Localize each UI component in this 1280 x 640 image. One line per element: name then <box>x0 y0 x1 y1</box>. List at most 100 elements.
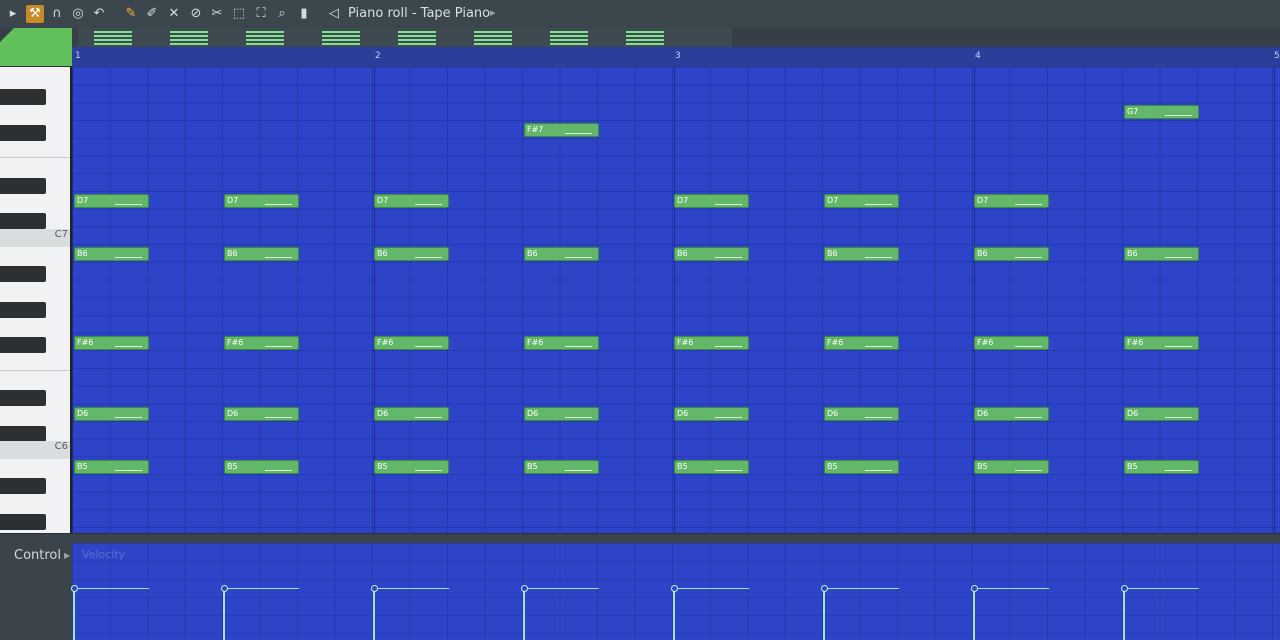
note-b5[interactable]: B5 <box>974 460 1049 474</box>
velocity-label: Velocity <box>82 548 126 561</box>
key-divider <box>0 370 70 371</box>
note-d6[interactable]: D6 <box>524 407 599 421</box>
note-d6[interactable]: D6 <box>1124 407 1199 421</box>
black-key[interactable] <box>0 89 46 105</box>
paint-brush-icon[interactable]: ✐ <box>143 5 161 23</box>
pencil-icon[interactable]: ✎ <box>122 5 140 23</box>
velocity-stem[interactable] <box>823 589 825 640</box>
control-arrow-icon[interactable]: ▶ <box>64 551 70 560</box>
undo-icon[interactable]: ↶ <box>90 5 108 23</box>
note-d6[interactable]: D6 <box>824 407 899 421</box>
note-b5[interactable]: B5 <box>74 460 149 474</box>
velocity-handle[interactable] <box>71 585 78 592</box>
overview-strip[interactable] <box>78 28 732 47</box>
note-b6[interactable]: B6 <box>524 247 599 261</box>
velocity-area[interactable]: Velocity <box>71 543 1280 640</box>
note-d7[interactable]: D7 <box>74 194 149 208</box>
black-key[interactable] <box>0 426 46 442</box>
magnet-icon[interactable]: ∩ <box>48 5 66 23</box>
black-key[interactable] <box>0 337 46 353</box>
note-b6[interactable]: B6 <box>824 247 899 261</box>
black-key[interactable] <box>0 302 46 318</box>
slice-icon[interactable]: ✂ <box>208 5 226 23</box>
note-d6[interactable]: D6 <box>974 407 1049 421</box>
note-d7[interactable]: D7 <box>674 194 749 208</box>
stamp-icon[interactable]: ◎ <box>69 5 87 23</box>
note-b5[interactable]: B5 <box>374 460 449 474</box>
note-d7[interactable]: D7 <box>974 194 1049 208</box>
note-d6[interactable]: D6 <box>674 407 749 421</box>
note-b6[interactable]: B6 <box>74 247 149 261</box>
note-d7[interactable]: D7 <box>224 194 299 208</box>
pattern-overview[interactable] <box>0 28 1280 47</box>
velocity-stem[interactable] <box>73 589 75 640</box>
overview-block <box>398 31 436 45</box>
note-b5[interactable]: B5 <box>224 460 299 474</box>
title-menu-arrow-icon[interactable]: ▸ <box>490 6 496 19</box>
note-b6[interactable]: B6 <box>674 247 749 261</box>
note-d6[interactable]: D6 <box>74 407 149 421</box>
piano-keyboard[interactable]: C7 C6 <box>0 67 72 533</box>
bar-number: 5 <box>1274 51 1280 61</box>
note-fsharp6[interactable]: F#6 <box>524 336 599 350</box>
note-grid[interactable]: D7 D7 D7 D7 D7 D7 F#7 G7 B6 B6 B6 B6 B6 B6 B6 B6 F#6 F#6 F… <box>72 67 1280 533</box>
note-fsharp6[interactable]: F#6 <box>974 336 1049 350</box>
black-key[interactable] <box>0 390 46 406</box>
zoom-icon[interactable]: ⌕ <box>273 5 291 23</box>
note-b6[interactable]: B6 <box>224 247 299 261</box>
note-b5[interactable]: B5 <box>524 460 599 474</box>
velocity-handle[interactable] <box>1121 585 1128 592</box>
note-d6[interactable]: D6 <box>374 407 449 421</box>
time-ruler[interactable]: 1 2 3 4 5 <box>72 47 1280 68</box>
black-key[interactable] <box>0 178 46 194</box>
title-bar: ▸ ⚒ ∩ ◎ ↶ ✎ ✐ ✕ ⊘ ✂ ⬚ ⛶ ⌕ ▮ ◁ Piano roll… <box>0 0 1280 29</box>
velocity-handle[interactable] <box>671 585 678 592</box>
black-key[interactable] <box>0 266 46 282</box>
note-b6[interactable]: B6 <box>1124 247 1199 261</box>
speaker-icon[interactable]: ◁ <box>325 5 343 23</box>
wrench-icon[interactable]: ⚒ <box>26 5 44 23</box>
note-b6[interactable]: B6 <box>374 247 449 261</box>
velocity-handle[interactable] <box>521 585 528 592</box>
note-fsharp6[interactable]: F#6 <box>224 336 299 350</box>
note-b5[interactable]: B5 <box>824 460 899 474</box>
black-key[interactable] <box>0 478 46 494</box>
note-b6[interactable]: B6 <box>974 247 1049 261</box>
note-d6[interactable]: D6 <box>224 407 299 421</box>
note-b5[interactable]: B5 <box>674 460 749 474</box>
black-key[interactable] <box>0 213 46 229</box>
note-fsharp6[interactable]: F#6 <box>674 336 749 350</box>
delete-icon[interactable]: ✕ <box>165 5 183 23</box>
note-fsharp6[interactable]: F#6 <box>74 336 149 350</box>
velocity-length-line <box>974 588 1049 589</box>
velocity-stem[interactable] <box>523 589 525 640</box>
velocity-handle[interactable] <box>971 585 978 592</box>
velocity-stem[interactable] <box>673 589 675 640</box>
velocity-stem[interactable] <box>1123 589 1125 640</box>
note-g7[interactable]: G7 <box>1124 105 1199 119</box>
note-fsharp7[interactable]: F#7 <box>524 123 599 137</box>
note-fsharp6[interactable]: F#6 <box>1124 336 1199 350</box>
note-b5[interactable]: B5 <box>1124 460 1199 474</box>
note-d7[interactable]: D7 <box>374 194 449 208</box>
note-fsharp6[interactable]: F#6 <box>374 336 449 350</box>
velocity-length-line <box>74 588 149 589</box>
black-key[interactable] <box>0 125 46 141</box>
note-d7[interactable]: D7 <box>824 194 899 208</box>
black-key[interactable] <box>0 514 46 530</box>
control-label[interactable]: Control <box>14 548 61 563</box>
velocity-stem[interactable] <box>973 589 975 640</box>
velocity-stem[interactable] <box>373 589 375 640</box>
velocity-handle[interactable] <box>821 585 828 592</box>
pattern-corner[interactable] <box>0 28 72 66</box>
mute-icon[interactable]: ⊘ <box>187 5 205 23</box>
select-icon[interactable]: ⬚ <box>230 5 248 23</box>
playback-icon[interactable]: ▮ <box>295 5 313 23</box>
velocity-handle[interactable] <box>371 585 378 592</box>
menu-arrow-icon[interactable]: ▸ <box>4 5 22 23</box>
note-fsharp6[interactable]: F#6 <box>824 336 899 350</box>
velocity-stem[interactable] <box>223 589 225 640</box>
window-title[interactable]: Piano roll - Tape Piano <box>348 6 490 21</box>
zoom-fit-icon[interactable]: ⛶ <box>252 5 270 23</box>
velocity-handle[interactable] <box>221 585 228 592</box>
